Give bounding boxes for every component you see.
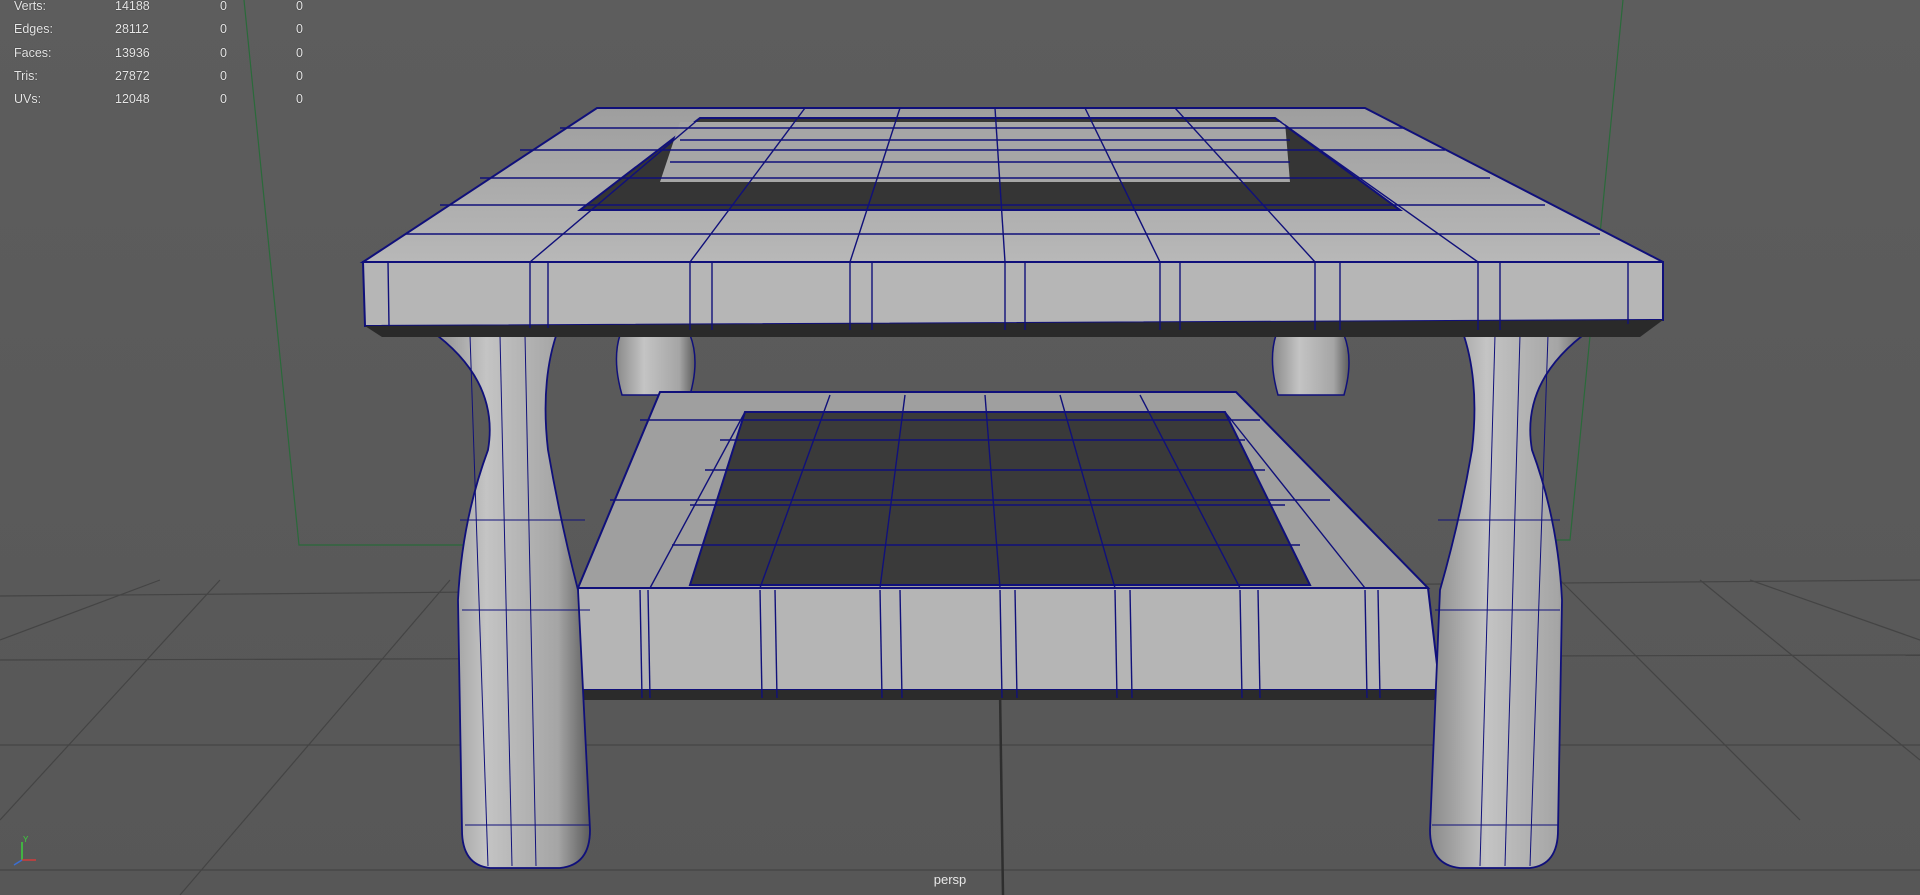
hud-label: Edges: bbox=[14, 22, 53, 37]
hud-component: 0 bbox=[296, 0, 303, 13]
hud-selected: 0 bbox=[220, 68, 227, 83]
hud-selected: 0 bbox=[220, 0, 227, 13]
hud-component: 0 bbox=[296, 22, 303, 37]
hud-total: 12048 bbox=[115, 92, 150, 107]
back-leg-right bbox=[1271, 334, 1350, 396]
axis-gizmo-icon: Y bbox=[13, 836, 36, 866]
hud-total: 13936 bbox=[115, 45, 150, 60]
hud-label: Faces: bbox=[14, 45, 52, 60]
front-leg-left bbox=[427, 329, 591, 869]
hud-component: 0 bbox=[296, 68, 303, 83]
grid-axis-line bbox=[998, 689, 1005, 895]
hud-label: Verts: bbox=[14, 0, 46, 13]
hud-component: 0 bbox=[296, 92, 303, 107]
table-top bbox=[359, 107, 1664, 337]
lower-shelf bbox=[570, 391, 1442, 700]
hud-label: UVs: bbox=[14, 92, 42, 107]
axis-y-label: Y bbox=[23, 836, 29, 844]
hud-selected: 0 bbox=[220, 45, 227, 60]
hud-selected: 0 bbox=[220, 92, 227, 107]
hud-selected: 0 bbox=[220, 22, 227, 37]
3d-viewport[interactable]: Verts: 14188 0 0 Edges: 28112 0 0 Faces:… bbox=[0, 0, 1920, 895]
hud-label: Tris: bbox=[14, 68, 38, 83]
hud-total: 27872 bbox=[115, 68, 150, 83]
hud-total: 14188 bbox=[115, 0, 150, 13]
front-leg-right bbox=[1429, 329, 1593, 869]
hud-total: 28112 bbox=[115, 22, 149, 37]
hud-component: 0 bbox=[296, 45, 303, 60]
back-leg-left bbox=[615, 334, 696, 396]
viewport-scene[interactable] bbox=[0, 0, 1920, 895]
camera-name-label: persp bbox=[933, 872, 967, 887]
